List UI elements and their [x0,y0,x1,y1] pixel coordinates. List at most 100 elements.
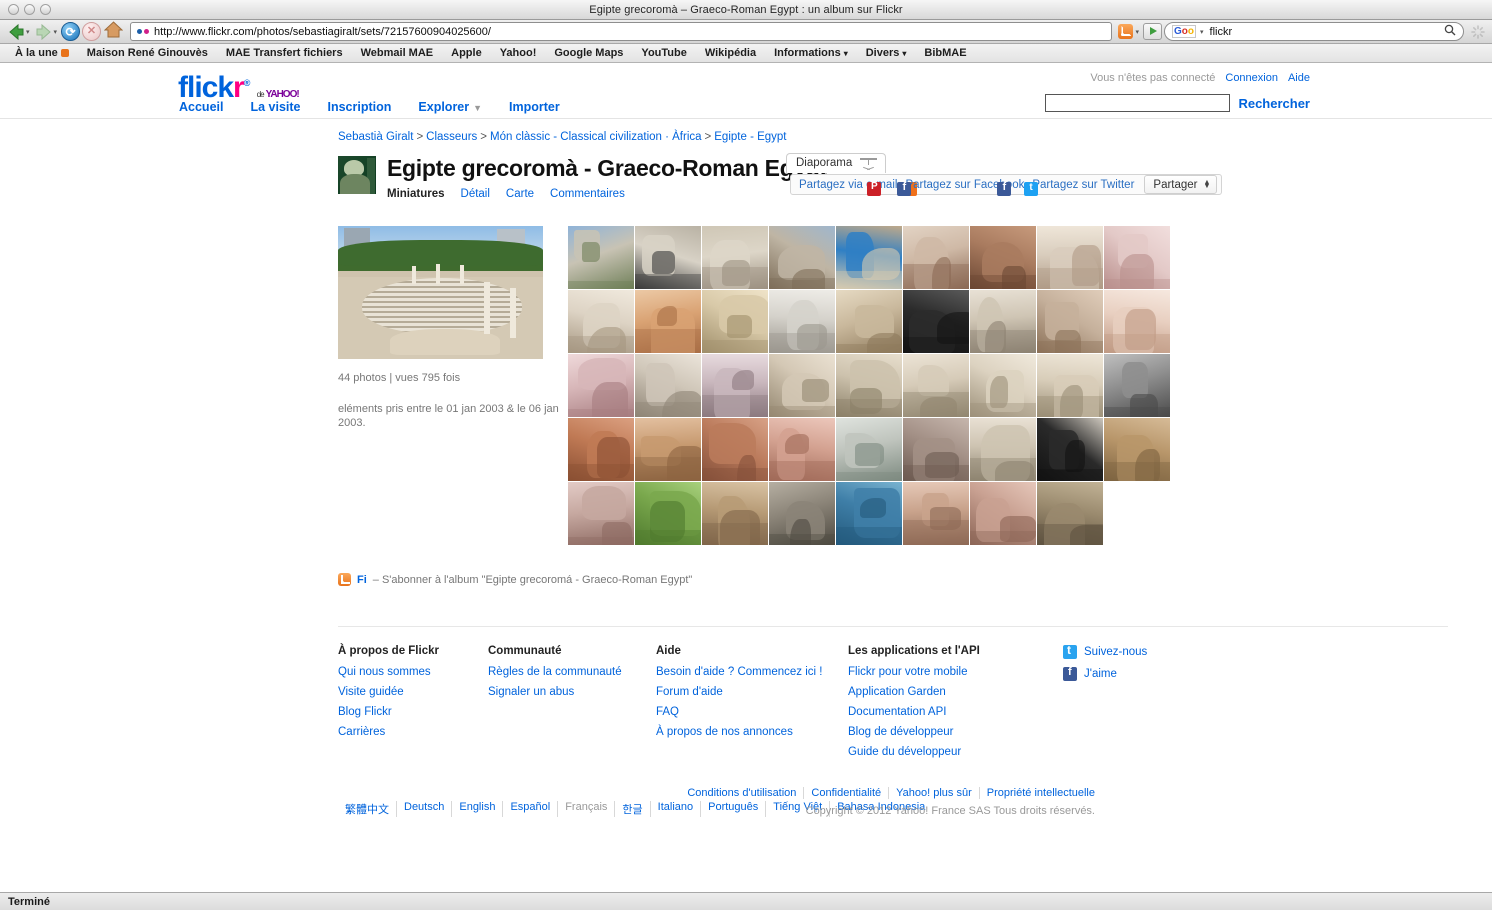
photo-thumbnail[interactable] [836,226,902,290]
footer-link[interactable]: Application Garden [848,686,1053,698]
nav-item-accueil[interactable]: Accueil [179,100,223,114]
footer-link[interactable]: Forum d'aide [656,686,848,698]
photo-thumbnail[interactable] [769,226,835,290]
photo-thumbnail[interactable] [635,418,701,482]
language-link[interactable]: Español [503,801,559,818]
browser-search-input[interactable]: flickr [1210,26,1440,38]
bookmark-item[interactable]: Webmail MAE [352,47,443,59]
facebook-icon-2[interactable] [997,181,1012,196]
rss-icon[interactable] [338,573,351,587]
social-link[interactable]: Suivez-nous [1063,643,1147,660]
bookmark-item[interactable]: Informations ▾ [765,47,857,59]
share-dropdown-button[interactable]: Partager ▲ ▼ [1144,175,1218,194]
flickr-search-input[interactable] [1045,94,1231,112]
bookmark-item[interactable]: Divers ▾ [857,47,916,59]
pinterest-icon[interactable] [867,181,881,196]
photo-thumbnail[interactable] [702,290,768,354]
photo-thumbnail[interactable] [1104,418,1170,482]
legal-link[interactable]: Propriété intellectuelle [980,787,1102,799]
footer-link[interactable]: À propos de nos annonces [656,726,848,738]
footer-link[interactable]: Visite guidée [338,686,488,698]
back-history-caret-icon[interactable]: ▾ [26,28,30,36]
photo-thumbnail[interactable] [635,290,701,354]
legal-link[interactable]: Yahoo! plus sûr [889,787,980,800]
footer-link[interactable]: Guide du développeur [848,746,1053,758]
photo-thumbnail[interactable] [1037,418,1103,482]
photo-thumbnail[interactable] [769,354,835,418]
tab-miniatures[interactable]: Miniatures [387,188,445,200]
share-email-link[interactable]: Partagez via e-mail [795,179,917,196]
photo-thumbnail[interactable] [903,482,969,546]
photo-thumbnail[interactable] [635,482,701,546]
breadcrumb-link[interactable]: Món clàssic - Classical civilization · À… [490,131,702,143]
tab-commentaires[interactable]: Commentaires [550,188,625,200]
legal-link[interactable]: Conditions d'utilisation [680,787,805,800]
feed-badge[interactable]: Fi [357,574,367,586]
footer-link[interactable]: Flickr pour votre mobile [848,666,1053,678]
photo-thumbnail[interactable] [970,226,1036,290]
language-link[interactable]: English [452,801,504,818]
photo-thumbnail[interactable] [836,290,902,354]
photo-thumbnail[interactable] [769,482,835,546]
bookmark-item[interactable]: À la une [6,47,78,59]
address-bar[interactable]: http://www.flickr.com/photos/sebastiagir… [130,22,1113,41]
bookmark-item[interactable]: Maison René Ginouvès [78,47,217,59]
home-button[interactable] [103,20,124,41]
footer-link[interactable]: Règles de la communauté [488,666,656,678]
photo-thumbnail[interactable] [1037,354,1103,418]
photo-thumbnail[interactable] [702,354,768,418]
photo-thumbnail[interactable] [836,482,902,546]
footer-link[interactable]: Blog de développeur [848,726,1053,738]
bookmark-item[interactable]: Wikipédia [696,47,765,59]
bookmark-item[interactable]: MAE Transfert fichiers [217,47,352,59]
nav-item-la-visite[interactable]: La visite [250,100,300,114]
nav-item-importer[interactable]: Importer [509,100,560,114]
back-button[interactable]: ▾ [6,23,32,41]
nav-item-explorer[interactable]: Explorer ▼ [418,100,482,114]
feed-caret-icon[interactable]: ▾ [1135,28,1139,36]
language-link[interactable]: 繁體中文 [338,801,397,818]
bookmark-item[interactable]: Apple [442,47,491,59]
photo-thumbnail[interactable] [568,226,634,290]
photo-thumbnail[interactable] [568,354,634,418]
album-cover-thumbnail[interactable] [338,156,376,194]
share-twitter-link[interactable]: Partagez sur Twitter [1024,179,1138,196]
footer-link[interactable]: Blog Flickr [338,706,488,718]
bookmark-item[interactable]: YouTube [632,47,695,59]
photo-thumbnail[interactable] [635,226,701,290]
tab-carte[interactable]: Carte [506,188,534,200]
photo-thumbnail[interactable] [836,354,902,418]
facebook-icon[interactable] [897,181,912,196]
photo-thumbnail[interactable] [635,354,701,418]
language-link[interactable]: Deutsch [397,801,453,818]
stop-button[interactable]: ✕ [82,22,102,41]
photo-thumbnail[interactable] [903,290,969,354]
legal-link[interactable]: Confidentialité [804,787,890,800]
photo-thumbnail[interactable] [568,482,634,546]
photo-thumbnail[interactable] [702,226,768,290]
breadcrumb-link[interactable]: Egipte - Egypt [714,131,786,143]
footer-link[interactable]: Signaler un abus [488,686,656,698]
bookmark-item[interactable]: Google Maps [545,47,632,59]
forward-button[interactable]: ▾ [34,23,60,41]
flickr-search-button[interactable]: Rechercher [1238,96,1310,111]
bookmark-item[interactable]: BibMAE [915,47,975,59]
flickr-logo[interactable]: flickr® de YAHOO! [178,73,300,103]
twitter-icon[interactable] [1024,181,1039,196]
share-facebook-link[interactable]: Partagez sur Facebook [897,179,1028,196]
forward-history-caret-icon[interactable]: ▾ [54,28,58,36]
photo-thumbnail[interactable] [769,418,835,482]
photo-thumbnail[interactable] [1104,226,1170,290]
photo-thumbnail[interactable] [769,290,835,354]
photo-thumbnail[interactable] [1104,290,1170,354]
sign-in-link[interactable]: Connexion [1225,72,1278,84]
bookmark-item[interactable]: Yahoo! [491,47,546,59]
photo-thumbnail[interactable] [970,418,1036,482]
footer-link[interactable]: Besoin d'aide ? Commencez ici ! [656,666,848,678]
photo-thumbnail[interactable] [970,482,1036,546]
featured-photo[interactable] [338,226,543,360]
footer-link[interactable]: Carrières [338,726,488,738]
browser-search-box[interactable]: Goo ▾ flickr [1164,22,1464,41]
photo-thumbnail[interactable] [568,418,634,482]
photo-thumbnail[interactable] [1037,482,1103,546]
